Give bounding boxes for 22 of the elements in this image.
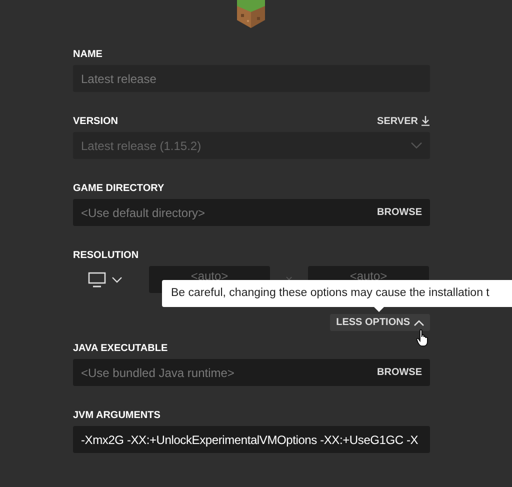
field-label: RESOLUTION bbox=[73, 250, 139, 260]
chevron-down-icon bbox=[411, 142, 422, 149]
field-label: NAME bbox=[73, 48, 102, 60]
grass-block-icon bbox=[235, 0, 267, 28]
chevron-up-icon bbox=[414, 320, 424, 326]
field-label: VERSION bbox=[73, 116, 118, 126]
chevron-down-icon bbox=[112, 276, 122, 282]
monitor-icon bbox=[88, 272, 106, 288]
warning-tooltip: Be careful, changing these options may cause the installation t bbox=[162, 280, 512, 307]
game-directory-field[interactable]: <Use default directory> BROWSE bbox=[73, 199, 430, 226]
hand-cursor-icon bbox=[416, 329, 430, 347]
jvm-arguments-field[interactable]: -Xmx2G -XX:+UnlockExperimentalVMOptions -XX:+UseG1GC -X bbox=[73, 426, 430, 453]
browse-button[interactable]: BROWSE bbox=[377, 207, 422, 218]
field-label: JAVA EXECUTABLE bbox=[73, 342, 168, 354]
java-executable-field[interactable]: <Use bundled Java runtime> BROWSE bbox=[73, 359, 430, 386]
download-icon bbox=[421, 116, 430, 126]
name-field[interactable]: Latest release bbox=[73, 65, 430, 92]
field-label: JVM ARGUMENTS bbox=[73, 410, 160, 420]
field-label: GAME DIRECTORY bbox=[73, 182, 164, 194]
options-toggle-button[interactable]: LESS OPTIONS bbox=[330, 314, 430, 331]
browse-button[interactable]: BROWSE bbox=[377, 367, 422, 378]
server-download-link[interactable]: SERVER bbox=[377, 116, 430, 126]
